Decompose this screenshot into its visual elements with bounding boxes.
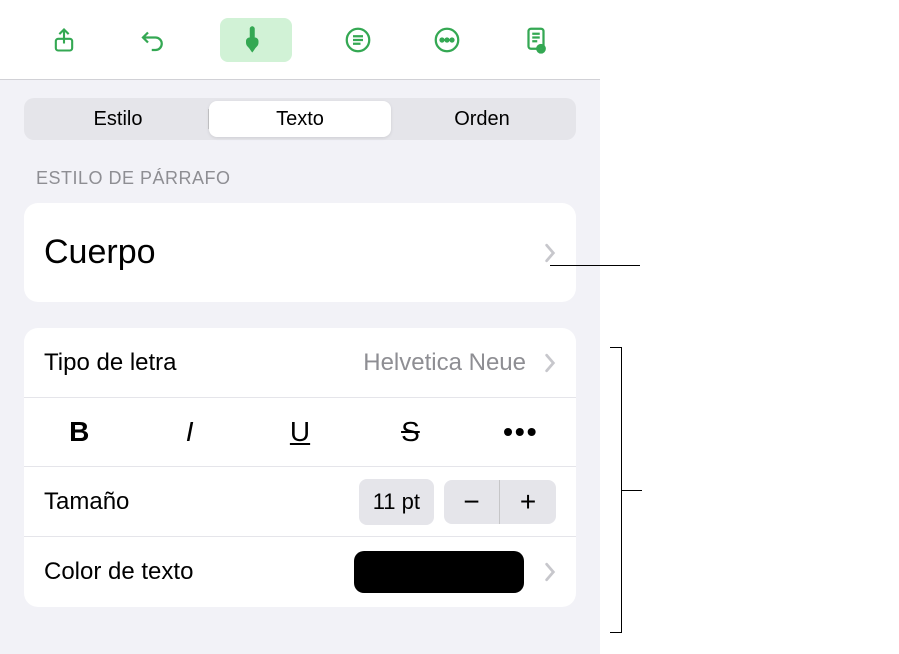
chevron-right-icon bbox=[544, 353, 556, 373]
ellipsis-icon: ••• bbox=[503, 416, 538, 448]
size-value: 11 pt bbox=[373, 489, 420, 514]
text-color-row[interactable]: Color de texto bbox=[24, 537, 576, 607]
tab-order[interactable]: Orden bbox=[391, 101, 573, 137]
format-panel: Estilo Texto Orden ESTILO DE PÁRRAFO Cue… bbox=[0, 0, 600, 654]
paragraph-style-header: ESTILO DE PÁRRAFO bbox=[36, 168, 564, 189]
underline-button[interactable]: U bbox=[245, 410, 355, 454]
font-row[interactable]: Tipo de letra Helvetica Neue bbox=[24, 328, 576, 398]
format-brush-icon[interactable] bbox=[220, 18, 292, 62]
format-label: I bbox=[186, 416, 194, 448]
format-label: B bbox=[69, 416, 89, 448]
size-increase-button[interactable]: + bbox=[500, 480, 556, 524]
strike-button[interactable]: S bbox=[355, 410, 465, 454]
paragraph-style-value: Cuerpo bbox=[44, 203, 156, 302]
tab-label: Orden bbox=[454, 108, 510, 131]
chevron-right-icon bbox=[544, 562, 556, 582]
italic-button[interactable]: I bbox=[134, 410, 244, 454]
segmented-control: Estilo Texto Orden bbox=[24, 98, 576, 140]
size-value-button[interactable]: 11 pt bbox=[359, 479, 434, 525]
more-icon[interactable] bbox=[425, 18, 469, 62]
paragraph-style-row[interactable]: Cuerpo bbox=[24, 203, 576, 302]
color-swatch[interactable] bbox=[354, 551, 524, 593]
format-label: S bbox=[401, 416, 420, 448]
size-row: Tamaño 11 pt − + bbox=[24, 467, 576, 537]
callout-line bbox=[550, 265, 640, 266]
document-view-icon[interactable] bbox=[514, 18, 558, 62]
size-decrease-button[interactable]: − bbox=[444, 480, 500, 524]
tab-style[interactable]: Estilo bbox=[27, 101, 209, 137]
text-color-label: Color de texto bbox=[44, 558, 193, 586]
callout-line bbox=[622, 490, 642, 491]
tab-label: Texto bbox=[276, 108, 324, 131]
size-stepper: − + bbox=[444, 480, 556, 524]
undo-icon[interactable] bbox=[131, 18, 175, 62]
share-icon[interactable] bbox=[42, 18, 86, 62]
callout-bracket bbox=[610, 347, 622, 633]
font-card: Tipo de letra Helvetica Neue B I U S bbox=[24, 328, 576, 607]
tab-label: Estilo bbox=[94, 108, 143, 131]
size-label: Tamaño bbox=[44, 488, 129, 516]
bold-button[interactable]: B bbox=[24, 410, 134, 454]
callout-area bbox=[600, 0, 899, 654]
paragraph-style-card: Cuerpo bbox=[24, 203, 576, 302]
font-value: Helvetica Neue bbox=[363, 349, 526, 377]
format-row: B I U S ••• bbox=[24, 398, 576, 467]
chevron-right-icon bbox=[544, 243, 556, 263]
list-icon[interactable] bbox=[336, 18, 380, 62]
more-format-button[interactable]: ••• bbox=[466, 410, 576, 454]
top-toolbar bbox=[0, 0, 600, 80]
format-label: U bbox=[290, 416, 310, 448]
font-label: Tipo de letra bbox=[44, 349, 177, 377]
tab-text[interactable]: Texto bbox=[209, 101, 391, 137]
